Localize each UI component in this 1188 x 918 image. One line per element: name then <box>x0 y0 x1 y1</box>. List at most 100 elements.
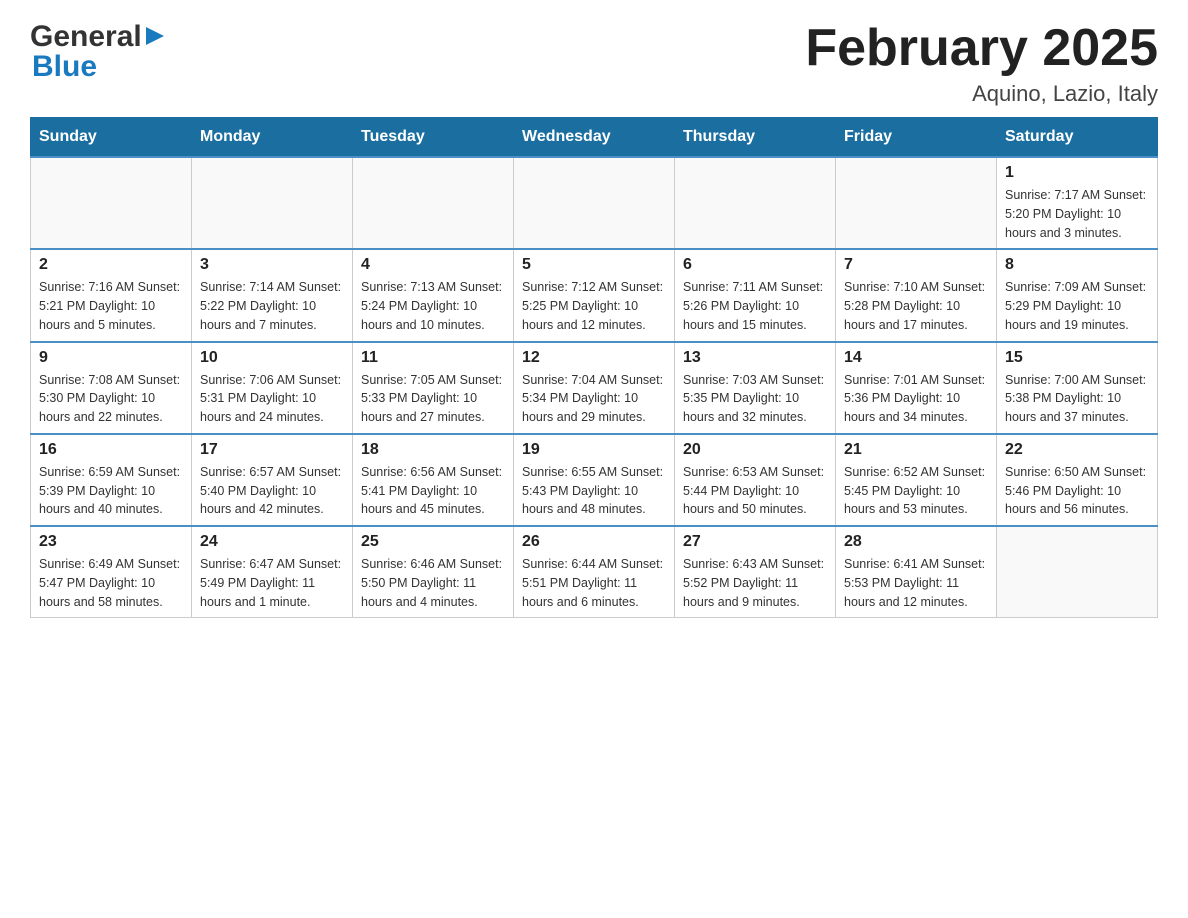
calendar-cell: 27Sunrise: 6:43 AM Sunset: 5:52 PM Dayli… <box>675 526 836 618</box>
day-number: 10 <box>200 349 344 367</box>
day-info: Sunrise: 7:05 AM Sunset: 5:33 PM Dayligh… <box>361 371 505 427</box>
calendar-header-monday: Monday <box>192 118 353 158</box>
calendar-week-row: 16 Sunrise: 6:59 AM Sunset: 5:39 PM Dayli… <box>31 434 1158 526</box>
calendar-cell: 26 Sunrise: 6:44 AM Sunset: 5:51 PM Dayli… <box>514 526 675 618</box>
day-info: Sunrise: 6:46 AM Sunset: 5:50 PM Dayligh… <box>361 555 505 611</box>
day-number: 17 <box>200 441 344 459</box>
day-info: Sunrise: 6:56 AM Sunset: 5:41 PM Dayligh… <box>361 463 505 519</box>
calendar-cell: 20 Sunrise: 6:53 AM Sunset: 5:44 PM Dayli… <box>675 434 836 526</box>
calendar-cell <box>675 157 836 249</box>
calendar-cell: 24 Sunrise: 6:47 AM Sunset: 5:49 PM Dayli… <box>192 526 353 618</box>
calendar-cell: 16 Sunrise: 6:59 AM Sunset: 5:39 PM Dayli… <box>31 434 192 526</box>
day-info: Sunrise: 7:06 AM Sunset: 5:31 PM Dayligh… <box>200 371 344 427</box>
day-number: 19 <box>522 441 666 459</box>
calendar-cell: 3 Sunrise: 7:14 AM Sunset: 5:22 PM Daylig… <box>192 249 353 341</box>
day-number: 25 <box>361 533 505 551</box>
title-section: February 2025 Aquino, Lazio, Italy <box>805 20 1158 107</box>
day-info: Sunrise: 7:09 AM Sunset: 5:29 PM Dayligh… <box>1005 278 1149 334</box>
location: Aquino, Lazio, Italy <box>805 81 1158 107</box>
calendar-cell: 8Sunrise: 7:09 AM Sunset: 5:29 PM Daylig… <box>997 249 1158 341</box>
calendar-header-friday: Friday <box>836 118 997 158</box>
day-number: 2 <box>39 256 183 274</box>
calendar-cell: 14 Sunrise: 7:01 AM Sunset: 5:36 PM Dayli… <box>836 342 997 434</box>
day-info: Sunrise: 7:16 AM Sunset: 5:21 PM Dayligh… <box>39 278 183 334</box>
day-info: Sunrise: 6:47 AM Sunset: 5:49 PM Dayligh… <box>200 555 344 611</box>
day-info: Sunrise: 6:55 AM Sunset: 5:43 PM Dayligh… <box>522 463 666 519</box>
calendar-cell <box>997 526 1158 618</box>
calendar-cell: 15 Sunrise: 7:00 AM Sunset: 5:38 PM Dayli… <box>997 342 1158 434</box>
day-info: Sunrise: 7:11 AM Sunset: 5:26 PM Dayligh… <box>683 278 827 334</box>
day-info: Sunrise: 6:44 AM Sunset: 5:51 PM Dayligh… <box>522 555 666 611</box>
day-info: Sunrise: 6:52 AM Sunset: 5:45 PM Dayligh… <box>844 463 988 519</box>
calendar-week-row: 1 Sunrise: 7:17 AM Sunset: 5:20 PM Daylig… <box>31 157 1158 249</box>
calendar-cell: 6 Sunrise: 7:11 AM Sunset: 5:26 PM Daylig… <box>675 249 836 341</box>
day-number: 1 <box>1005 164 1149 182</box>
calendar-header-row: SundayMondayTuesdayWednesdayThursdayFrid… <box>31 118 1158 158</box>
day-number: 6 <box>683 256 827 274</box>
calendar-cell <box>192 157 353 249</box>
day-number: 11 <box>361 349 505 367</box>
day-info: Sunrise: 7:14 AM Sunset: 5:22 PM Dayligh… <box>200 278 344 334</box>
day-number: 18 <box>361 441 505 459</box>
calendar-cell <box>31 157 192 249</box>
calendar-header-saturday: Saturday <box>997 118 1158 158</box>
calendar-cell: 23 Sunrise: 6:49 AM Sunset: 5:47 PM Dayli… <box>31 526 192 618</box>
day-number: 14 <box>844 349 988 367</box>
calendar-cell: 11 Sunrise: 7:05 AM Sunset: 5:33 PM Dayli… <box>353 342 514 434</box>
calendar-week-row: 2 Sunrise: 7:16 AM Sunset: 5:21 PM Daylig… <box>31 249 1158 341</box>
calendar-cell <box>353 157 514 249</box>
calendar-cell: 7 Sunrise: 7:10 AM Sunset: 5:28 PM Daylig… <box>836 249 997 341</box>
calendar-table: SundayMondayTuesdayWednesdayThursdayFrid… <box>30 117 1158 618</box>
day-number: 13 <box>683 349 827 367</box>
day-info: Sunrise: 6:53 AM Sunset: 5:44 PM Dayligh… <box>683 463 827 519</box>
day-info: Sunrise: 7:10 AM Sunset: 5:28 PM Dayligh… <box>844 278 988 334</box>
page-header: General Blue February 2025 Aquino, Lazio… <box>30 20 1158 107</box>
day-number: 27 <box>683 533 827 551</box>
calendar-cell: 22Sunrise: 6:50 AM Sunset: 5:46 PM Dayli… <box>997 434 1158 526</box>
calendar-header-wednesday: Wednesday <box>514 118 675 158</box>
calendar-week-row: 23 Sunrise: 6:49 AM Sunset: 5:47 PM Dayli… <box>31 526 1158 618</box>
calendar-cell: 2 Sunrise: 7:16 AM Sunset: 5:21 PM Daylig… <box>31 249 192 341</box>
day-info: Sunrise: 7:12 AM Sunset: 5:25 PM Dayligh… <box>522 278 666 334</box>
calendar-cell: 5 Sunrise: 7:12 AM Sunset: 5:25 PM Daylig… <box>514 249 675 341</box>
calendar-cell: 19 Sunrise: 6:55 AM Sunset: 5:43 PM Dayli… <box>514 434 675 526</box>
day-info: Sunrise: 6:49 AM Sunset: 5:47 PM Dayligh… <box>39 555 183 611</box>
day-info: Sunrise: 7:01 AM Sunset: 5:36 PM Dayligh… <box>844 371 988 427</box>
logo: General Blue <box>30 20 166 84</box>
calendar-cell: 13Sunrise: 7:03 AM Sunset: 5:35 PM Dayli… <box>675 342 836 434</box>
day-number: 23 <box>39 533 183 551</box>
logo-general: General <box>30 20 142 54</box>
calendar-header-thursday: Thursday <box>675 118 836 158</box>
calendar-header-tuesday: Tuesday <box>353 118 514 158</box>
day-number: 20 <box>683 441 827 459</box>
day-info: Sunrise: 7:00 AM Sunset: 5:38 PM Dayligh… <box>1005 371 1149 427</box>
day-number: 5 <box>522 256 666 274</box>
day-number: 26 <box>522 533 666 551</box>
day-number: 9 <box>39 349 183 367</box>
day-info: Sunrise: 6:57 AM Sunset: 5:40 PM Dayligh… <box>200 463 344 519</box>
day-number: 24 <box>200 533 344 551</box>
calendar-cell: 28 Sunrise: 6:41 AM Sunset: 5:53 PM Dayli… <box>836 526 997 618</box>
day-info: Sunrise: 7:17 AM Sunset: 5:20 PM Dayligh… <box>1005 186 1149 242</box>
day-number: 15 <box>1005 349 1149 367</box>
day-info: Sunrise: 7:04 AM Sunset: 5:34 PM Dayligh… <box>522 371 666 427</box>
day-number: 7 <box>844 256 988 274</box>
day-info: Sunrise: 6:59 AM Sunset: 5:39 PM Dayligh… <box>39 463 183 519</box>
day-info: Sunrise: 6:41 AM Sunset: 5:53 PM Dayligh… <box>844 555 988 611</box>
month-title: February 2025 <box>805 20 1158 77</box>
calendar-cell: 21 Sunrise: 6:52 AM Sunset: 5:45 PM Dayli… <box>836 434 997 526</box>
calendar-cell <box>836 157 997 249</box>
day-info: Sunrise: 7:13 AM Sunset: 5:24 PM Dayligh… <box>361 278 505 334</box>
calendar-week-row: 9 Sunrise: 7:08 AM Sunset: 5:30 PM Daylig… <box>31 342 1158 434</box>
day-number: 4 <box>361 256 505 274</box>
day-number: 3 <box>200 256 344 274</box>
calendar-cell: 10 Sunrise: 7:06 AM Sunset: 5:31 PM Dayli… <box>192 342 353 434</box>
calendar-cell: 18 Sunrise: 6:56 AM Sunset: 5:41 PM Dayli… <box>353 434 514 526</box>
day-number: 28 <box>844 533 988 551</box>
calendar-cell: 1 Sunrise: 7:17 AM Sunset: 5:20 PM Daylig… <box>997 157 1158 249</box>
calendar-cell: 25 Sunrise: 6:46 AM Sunset: 5:50 PM Dayli… <box>353 526 514 618</box>
day-info: Sunrise: 7:08 AM Sunset: 5:30 PM Dayligh… <box>39 371 183 427</box>
calendar-cell <box>514 157 675 249</box>
day-number: 21 <box>844 441 988 459</box>
day-number: 16 <box>39 441 183 459</box>
